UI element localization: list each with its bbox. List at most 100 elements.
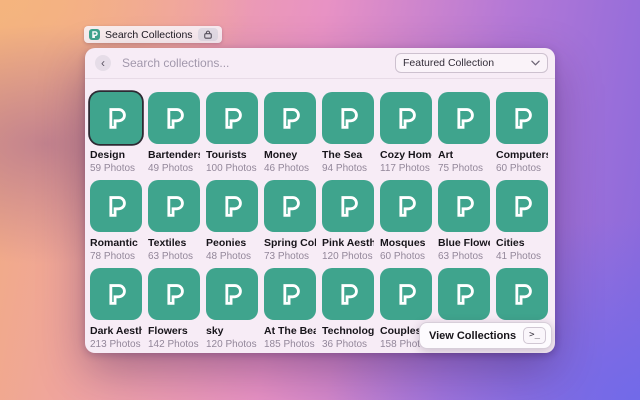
collection-photo-count: 213 Photos [90,339,141,350]
collection-name: Dark Aesthe... [90,325,142,337]
collection-item[interactable]: Design 59 Photos [90,92,142,175]
collection-photo-count: 48 Photos [206,251,252,262]
collection-thumbnail[interactable] [206,180,258,232]
view-collections-button[interactable]: View Collections >_ [418,322,552,349]
back-button[interactable]: ‹ [95,55,111,71]
collection-thumbnail[interactable] [496,268,548,320]
collection-thumbnail[interactable] [148,92,200,144]
collection-photo-count: 60 Photos [380,251,426,262]
collection-name: Blue Flowers [438,237,490,249]
collection-item[interactable]: sky 120 Photos [206,268,258,351]
collection-name: Spring Colo... [264,237,316,249]
pexels-logo-icon [341,108,358,129]
collection-item[interactable]: Bartenders 49 Photos [148,92,200,175]
collection-item[interactable]: Textiles 63 Photos [148,180,200,263]
collection-photo-count: 46 Photos [264,163,310,174]
collection-item[interactable]: Flowers 142 Photos [148,268,200,351]
collection-photo-count: 120 Photos [206,339,257,350]
pexels-logo-icon [109,284,126,305]
collection-thumbnail[interactable] [148,268,200,320]
search-collections-tab[interactable]: Search Collections [84,26,222,43]
collection-name: Pink Aesthe... [322,237,374,249]
collection-thumbnail[interactable] [438,92,490,144]
collection-item[interactable]: Mosques 60 Photos [380,180,432,263]
collection-thumbnail[interactable] [90,92,142,144]
dropdown-selected-value: Featured Collection [403,57,495,69]
collection-thumbnail[interactable] [380,92,432,144]
pexels-logo-icon [341,284,358,305]
collection-photo-count: 142 Photos [148,339,199,350]
collection-thumbnail[interactable] [90,268,142,320]
collection-item[interactable]: Blue Flowers 63 Photos [438,180,490,263]
collection-photo-count: 73 Photos [264,251,310,262]
collection-item[interactable]: Romantic 78 Photos [90,180,142,263]
collection-thumbnail[interactable] [380,180,432,232]
collection-photo-count: 75 Photos [438,163,484,174]
search-bar: ‹ Featured Collection [85,48,555,79]
collection-thumbnail[interactable] [438,268,490,320]
collection-thumbnail[interactable] [322,180,374,232]
collection-item[interactable]: Art 75 Photos [438,92,490,175]
collection-item[interactable]: Peonies 48 Photos [206,180,258,263]
collection-item[interactable]: The Sea 94 Photos [322,92,374,175]
pexels-logo-icon [341,196,358,217]
collection-name: Peonies [206,237,247,249]
collection-photo-count: 120 Photos [322,251,373,262]
chevron-down-icon [531,60,540,66]
collection-thumbnail[interactable] [380,268,432,320]
collection-name: Art [438,149,454,161]
collection-item[interactable]: Money 46 Photos [264,92,316,175]
collection-thumbnail[interactable] [148,180,200,232]
collection-thumbnail[interactable] [322,92,374,144]
collection-photo-count: 59 Photos [90,163,136,174]
collection-thumbnail[interactable] [206,268,258,320]
collection-item[interactable]: At The Beach 185 Photos [264,268,316,351]
collection-item[interactable]: Technology 36 Photos [322,268,374,351]
collection-thumbnail[interactable] [264,92,316,144]
collection-photo-count: 63 Photos [438,251,484,262]
tab-title: Search Collections [105,28,193,41]
pexels-logo-icon [399,108,416,129]
collection-thumbnail[interactable] [438,180,490,232]
search-input[interactable] [120,55,395,71]
collection-item[interactable]: Cities 41 Photos [496,180,548,263]
collection-item[interactable]: Pink Aesthe... 120 Photos [322,180,374,263]
pexels-logo-icon [225,284,242,305]
pexels-logo-icon [399,196,416,217]
collection-thumbnail[interactable] [496,180,548,232]
collection-photo-count: 36 Photos [322,339,368,350]
pexels-logo-icon [283,196,300,217]
collection-thumbnail[interactable] [264,180,316,232]
collection-thumbnail[interactable] [496,92,548,144]
collection-photo-count: 94 Photos [322,163,368,174]
collection-name: Technology [322,325,374,337]
collection-item[interactable]: Spring Colo... 73 Photos [264,180,316,263]
collection-thumbnail[interactable] [90,180,142,232]
collection-item[interactable]: Computers 60 Photos [496,92,548,175]
collection-thumbnail[interactable] [322,268,374,320]
pexels-logo-icon [283,108,300,129]
collection-name: Textiles [148,237,187,249]
collection-item[interactable]: Dark Aesthe... 213 Photos [90,268,142,351]
collection-item[interactable]: Cozy Home 117 Photos [380,92,432,175]
collection-photo-count: 41 Photos [496,251,542,262]
collection-thumbnail[interactable] [206,92,258,144]
pexels-logo-icon [109,196,126,217]
terminal-prompt-icon: >_ [523,327,546,344]
pexels-logo-icon [515,284,532,305]
collection-name: Cozy Home [380,149,432,161]
collections-grid: Design 59 Photos Bartenders 49 Photos To… [90,92,550,351]
collection-photo-count: 63 Photos [148,251,194,262]
pexels-logo-icon [167,196,184,217]
back-chevron-icon: ‹ [101,55,105,70]
pexels-logo-icon [225,196,242,217]
pexels-logo-icon [515,196,532,217]
view-collections-label: View Collections [428,329,517,342]
collection-type-dropdown[interactable]: Featured Collection [395,53,548,73]
pexels-logo-icon [109,108,126,129]
pexels-logo-icon [225,108,242,129]
pexels-logo-icon [89,29,100,40]
collection-item[interactable]: Tourists 100 Photos [206,92,258,175]
collection-thumbnail[interactable] [264,268,316,320]
lock-icon [197,28,218,41]
